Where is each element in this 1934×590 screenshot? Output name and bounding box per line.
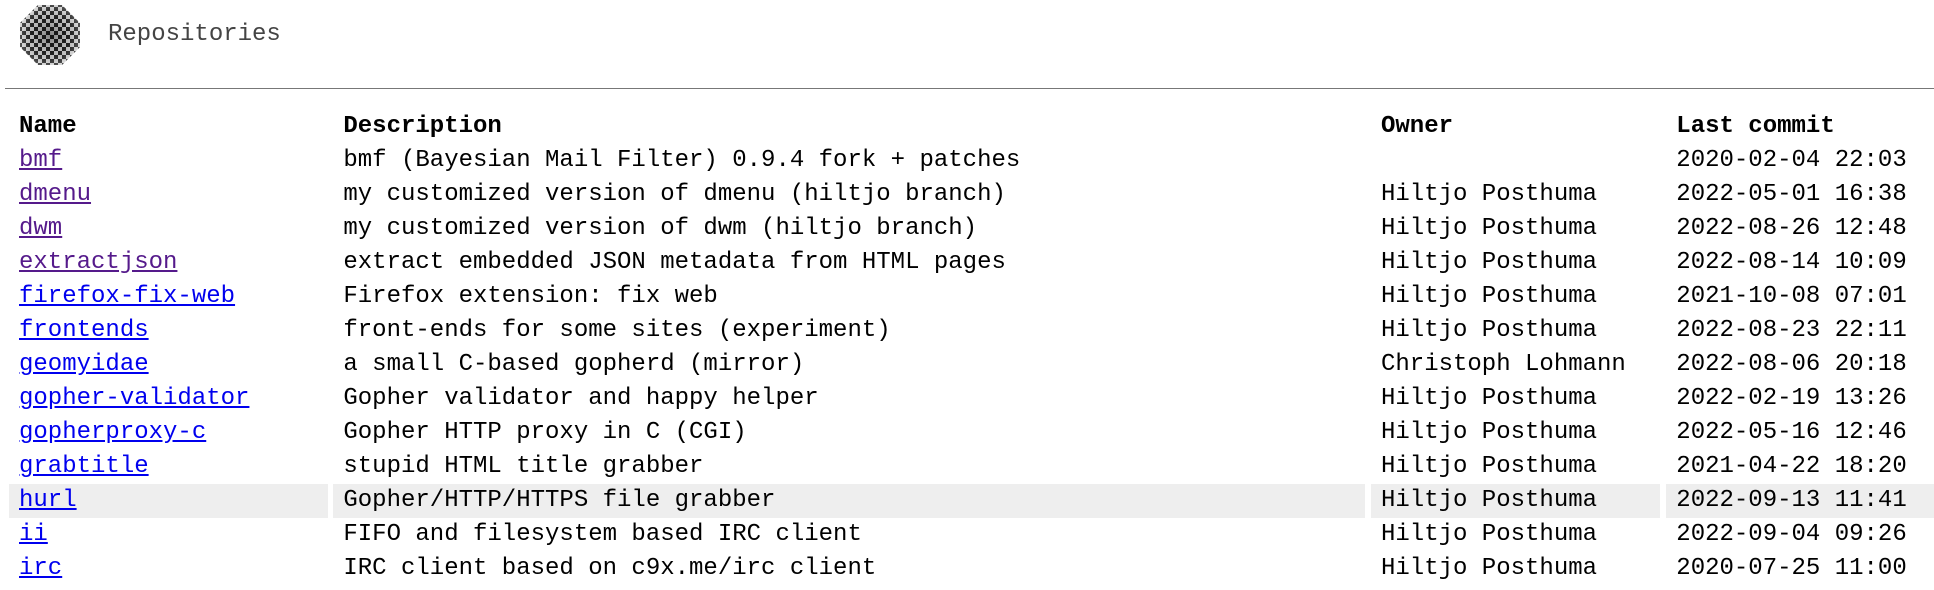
repo-link[interactable]: frontends [19,317,149,344]
table-row: geomyidae a small C-based gopherd (mirror… [9,348,1934,382]
repo-name-cell: bmf [9,144,328,178]
repo-last-commit: 2021-04-22 18:20 [1676,453,1907,480]
table-row: ii FIFO and filesystem based IRC client Hi… [9,518,1934,552]
repo-description: Firefox extension: fix web [343,283,718,310]
repo-description: my customized version of dwm (hiltjo bra… [343,215,978,242]
column-header-name: Name [19,113,77,140]
column-header-last-commit: Last commit [1676,113,1835,140]
table-row: firefox-fix-web Firefox extension: fix we… [9,280,1934,314]
table-row: dwm my customized version of dwm (hiltjo … [9,212,1934,246]
checkered-sphere-logo-icon [20,5,80,65]
repositories-table: Name Description Owner Last commit bmf bm… [9,110,1934,586]
repo-link[interactable]: bmf [19,147,62,174]
repo-owner: Hiltjo Posthuma [1380,453,1598,480]
repo-last-commit: 2021-10-08 07:01 [1676,283,1907,310]
repo-name-cell: extractjson [9,246,328,280]
repo-owner: Hiltjo Posthuma [1380,555,1598,582]
repo-link[interactable]: firefox-fix-web [19,283,235,310]
column-header-owner: Owner [1380,113,1453,140]
repo-last-commit: 2020-07-25 11:00 [1676,555,1907,582]
repo-description: stupid HTML title grabber [343,453,704,480]
repo-last-commit: 2022-08-23 22:11 [1676,317,1907,344]
repo-description: Gopher validator and happy helper [343,385,819,412]
repo-description: bmf (Bayesian Mail Filter) 0.9.4 fork + … [343,147,1021,174]
repo-link[interactable]: gopherproxy-c [19,419,206,446]
table-row: grabtitle stupid HTML title grabber Hiltjo… [9,450,1934,484]
repo-last-commit: 2022-08-06 20:18 [1676,351,1907,378]
repo-name-cell: irc [9,552,328,586]
repo-owner: Hiltjo Posthuma [1380,521,1598,548]
repo-description: Gopher HTTP proxy in C (CGI) [343,419,747,446]
repo-owner: Hiltjo Posthuma [1370,484,1661,518]
repo-owner: Hiltjo Posthuma [1380,249,1598,276]
repo-owner: Christoph Lohmann [1380,351,1626,378]
table-row: gopher-validator Gopher validator and hap… [9,382,1934,416]
repo-name-cell: dwm [9,212,328,246]
repo-name-cell: firefox-fix-web [9,280,328,314]
repo-description: FIFO and filesystem based IRC client [343,521,862,548]
repo-description: front-ends for some sites (experiment) [343,317,891,344]
repo-last-commit: 2022-02-19 13:26 [1676,385,1907,412]
table-row: bmf bmf (Bayesian Mail Filter) 0.9.4 fork… [9,144,1934,178]
table-row: gopherproxy-c Gopher HTTP proxy in C (CGI… [9,416,1934,450]
repo-owner: Hiltjo Posthuma [1380,181,1598,208]
repo-last-commit: 2022-09-13 11:41 [1666,484,1934,518]
repo-owner [1371,144,1660,178]
repo-link[interactable]: irc [19,555,62,582]
repo-last-commit: 2022-05-16 12:46 [1676,419,1907,446]
page-header: Repositories [18,3,281,67]
repo-link[interactable]: grabtitle [19,453,149,480]
header-divider [5,88,1934,89]
repo-owner: Hiltjo Posthuma [1380,215,1598,242]
repo-last-commit: 2022-08-26 12:48 [1676,215,1907,242]
table-row: frontends front-ends for some sites (expe… [9,314,1934,348]
table-row: extractjson extract embedded JSON metadat… [9,246,1934,280]
repo-name-cell: gopherproxy-c [9,416,328,450]
repo-owner: Hiltjo Posthuma [1380,419,1598,446]
repo-link[interactable]: gopher-validator [19,385,249,412]
repo-last-commit: 2022-05-01 16:38 [1676,181,1907,208]
repo-last-commit: 2022-08-14 10:09 [1676,249,1907,276]
repo-last-commit: 2020-02-04 22:03 [1676,147,1907,174]
repo-name-cell: grabtitle [9,450,328,484]
repo-name-cell: geomyidae [9,348,328,382]
repo-name-cell: dmenu [9,178,328,212]
repo-description: Gopher/HTTP/HTTPS file grabber [333,484,1366,518]
repo-link[interactable]: dmenu [19,181,91,208]
column-header-description: Description [343,113,502,140]
table-row: dmenu my customized version of dmenu (hil… [9,178,1934,212]
repository-list: bmf bmf (Bayesian Mail Filter) 0.9.4 fork… [9,144,1934,586]
repo-link[interactable]: geomyidae [19,351,149,378]
repo-name-cell: ii [9,518,328,552]
table-row: hurl Gopher/HTTP/HTTPS file grabber Hiltjo… [9,484,1934,518]
page-title: Repositories [108,21,281,48]
repo-link[interactable]: ii [19,521,48,548]
repo-owner: Hiltjo Posthuma [1380,317,1598,344]
repo-last-commit: 2022-09-04 09:26 [1676,521,1907,548]
repo-link[interactable]: dwm [19,215,62,242]
table-row: irc IRC client based on c9x.me/irc client… [9,552,1934,586]
repo-owner: Hiltjo Posthuma [1380,385,1598,412]
repo-description: my customized version of dmenu (hiltjo b… [343,181,1006,208]
repo-description: a small C-based gopherd (mirror) [343,351,805,378]
repo-description: IRC client based on c9x.me/irc client [343,555,877,582]
repo-name-cell: gopher-validator [9,382,328,416]
repo-owner: Hiltjo Posthuma [1380,283,1598,310]
repo-link[interactable]: hurl [19,487,77,514]
repo-name-cell: hurl [9,484,328,518]
repo-name-cell: frontends [9,314,328,348]
repo-link[interactable]: extractjson [19,249,177,276]
repo-description: extract embedded JSON metadata from HTML… [343,249,1006,276]
table-header-row: Name Description Owner Last commit [9,110,1934,144]
